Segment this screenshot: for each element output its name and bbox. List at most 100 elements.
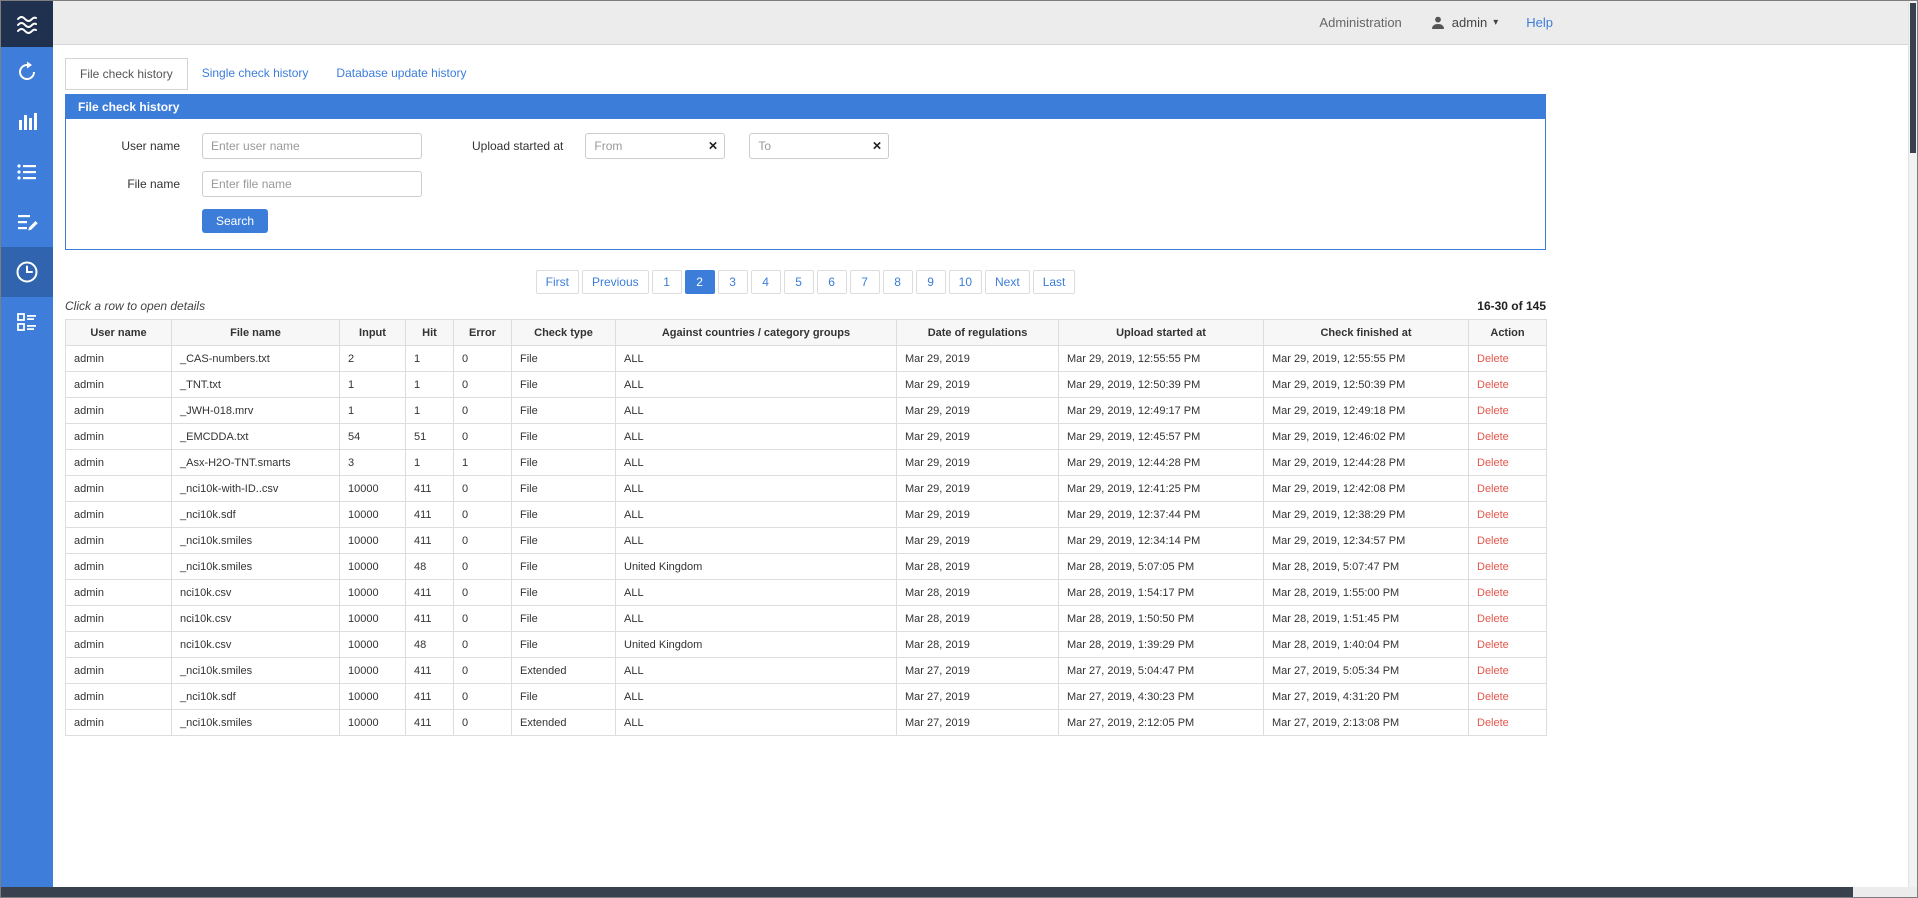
table-cell: ALL (616, 346, 897, 372)
table-row[interactable]: admin_TNT.txt110FileALLMar 29, 2019Mar 2… (66, 372, 1547, 398)
from-date-input[interactable] (585, 133, 725, 159)
page-button-first[interactable]: First (536, 270, 579, 294)
table-row[interactable]: admin_Asx-H2O-TNT.smarts311FileALLMar 29… (66, 450, 1547, 476)
user-menu[interactable]: admin ▾ (1430, 15, 1498, 31)
clear-from-icon[interactable]: × (709, 139, 718, 154)
delete-link[interactable]: Delete (1477, 587, 1509, 599)
delete-link[interactable]: Delete (1477, 717, 1509, 729)
sidebar-item-statistics[interactable] (1, 97, 53, 147)
table-cell: _nci10k.smiles (172, 658, 340, 684)
delete-link[interactable]: Delete (1477, 353, 1509, 365)
filter-form: User name Upload started at × × File nam… (66, 119, 1545, 249)
clear-to-icon[interactable]: × (873, 139, 882, 154)
table-row[interactable]: admin_CAS-numbers.txt210FileALLMar 29, 2… (66, 346, 1547, 372)
table-row[interactable]: adminnci10k.csv100004110FileALLMar 28, 2… (66, 580, 1547, 606)
table-cell: Mar 29, 2019, 12:38:29 PM (1264, 502, 1469, 528)
delete-link[interactable]: Delete (1477, 691, 1509, 703)
table-cell: admin (66, 528, 172, 554)
delete-link[interactable]: Delete (1477, 561, 1509, 573)
table-cell: ALL (616, 606, 897, 632)
table-cell: nci10k.csv (172, 632, 340, 658)
table-cell: ALL (616, 658, 897, 684)
delete-link[interactable]: Delete (1477, 639, 1509, 651)
tab-file-check-history[interactable]: File check history (65, 58, 188, 90)
table-row[interactable]: admin_nci10k-with-ID..csv100004110FileAL… (66, 476, 1547, 502)
horizontal-scrollbar[interactable] (1, 887, 1908, 897)
file-name-input[interactable] (202, 171, 422, 197)
sidebar-item-checks[interactable] (1, 47, 53, 97)
delete-link[interactable]: Delete (1477, 535, 1509, 547)
table-cell: Mar 27, 2019, 2:12:05 PM (1059, 710, 1264, 736)
table-cell: admin (66, 424, 172, 450)
table-row[interactable]: admin_nci10k.sdf100004110FileALLMar 29, … (66, 502, 1547, 528)
filter-panel: File check history User name Upload star… (65, 94, 1546, 250)
user-name-label: User name (66, 139, 202, 153)
table-cell: Mar 29, 2019 (897, 346, 1059, 372)
page-button-last[interactable]: Last (1033, 270, 1076, 294)
table-cell: Mar 29, 2019, 12:55:55 PM (1264, 346, 1469, 372)
page-button-1[interactable]: 1 (652, 270, 682, 294)
table-cell: 411 (406, 684, 454, 710)
page-button-8[interactable]: 8 (883, 270, 913, 294)
table-cell: Mar 28, 2019, 1:50:50 PM (1059, 606, 1264, 632)
table-row[interactable]: admin_EMCDDA.txt54510FileALLMar 29, 2019… (66, 424, 1547, 450)
help-link[interactable]: Help (1526, 15, 1553, 30)
page-button-4[interactable]: 4 (751, 270, 781, 294)
delete-link[interactable]: Delete (1477, 457, 1509, 469)
vertical-scrollbar-thumb[interactable] (1910, 3, 1916, 153)
table-cell: 0 (454, 606, 512, 632)
table-cell: 1 (340, 398, 406, 424)
table-cell: Extended (512, 710, 616, 736)
table-row[interactable]: adminnci10k.csv100004110FileALLMar 28, 2… (66, 606, 1547, 632)
table-cell: Mar 28, 2019, 1:39:29 PM (1059, 632, 1264, 658)
table-row[interactable]: admin_nci10k.smiles100004110ExtendedALLM… (66, 658, 1547, 684)
app-logo[interactable] (1, 1, 53, 47)
table-cell: admin (66, 502, 172, 528)
delete-link[interactable]: Delete (1477, 431, 1509, 443)
sidebar-item-custom-lists[interactable] (1, 197, 53, 247)
delete-link[interactable]: Delete (1477, 665, 1509, 677)
sidebar (1, 1, 53, 887)
table-row[interactable]: admin_nci10k.smiles10000480FileUnited Ki… (66, 554, 1547, 580)
page-button-previous[interactable]: Previous (582, 270, 649, 294)
delete-link[interactable]: Delete (1477, 613, 1509, 625)
sidebar-item-categories[interactable] (1, 147, 53, 197)
sidebar-item-reports[interactable] (1, 297, 53, 347)
user-name-input[interactable] (202, 133, 422, 159)
tab-database-update-history[interactable]: Database update history (322, 58, 480, 90)
table-cell: admin (66, 710, 172, 736)
table-row[interactable]: adminnci10k.csv10000480FileUnited Kingdo… (66, 632, 1547, 658)
delete-link[interactable]: Delete (1477, 379, 1509, 391)
delete-link[interactable]: Delete (1477, 483, 1509, 495)
row-details-hint: Click a row to open details (65, 299, 205, 313)
horizontal-scrollbar-thumb[interactable] (1, 887, 1853, 897)
page-button-10[interactable]: 10 (949, 270, 982, 294)
administration-link[interactable]: Administration (1319, 15, 1401, 30)
delete-link[interactable]: Delete (1477, 405, 1509, 417)
vertical-scrollbar[interactable] (1908, 1, 1917, 887)
table-cell: United Kingdom (616, 554, 897, 580)
table-cell: 1 (454, 450, 512, 476)
to-date-input[interactable] (749, 133, 889, 159)
table-cell: File (512, 450, 616, 476)
search-button[interactable]: Search (202, 209, 268, 233)
page-button-9[interactable]: 9 (916, 270, 946, 294)
table-cell-action: Delete (1469, 580, 1547, 606)
table-row[interactable]: admin_JWH-018.mrv110FileALLMar 29, 2019M… (66, 398, 1547, 424)
page-button-2[interactable]: 2 (685, 270, 715, 294)
sidebar-item-history[interactable] (1, 247, 53, 297)
tab-single-check-history[interactable]: Single check history (188, 58, 323, 90)
page-button-next[interactable]: Next (985, 270, 1030, 294)
table-row[interactable]: admin_nci10k.sdf100004110FileALLMar 27, … (66, 684, 1547, 710)
table-cell: ALL (616, 372, 897, 398)
table-cell-action: Delete (1469, 710, 1547, 736)
page-button-5[interactable]: 5 (784, 270, 814, 294)
delete-link[interactable]: Delete (1477, 509, 1509, 521)
column-header: Hit (406, 320, 454, 346)
table-row[interactable]: admin_nci10k.smiles100004110ExtendedALLM… (66, 710, 1547, 736)
table-cell: 10000 (340, 684, 406, 710)
page-button-7[interactable]: 7 (850, 270, 880, 294)
table-row[interactable]: admin_nci10k.smiles100004110FileALLMar 2… (66, 528, 1547, 554)
page-button-6[interactable]: 6 (817, 270, 847, 294)
page-button-3[interactable]: 3 (718, 270, 748, 294)
